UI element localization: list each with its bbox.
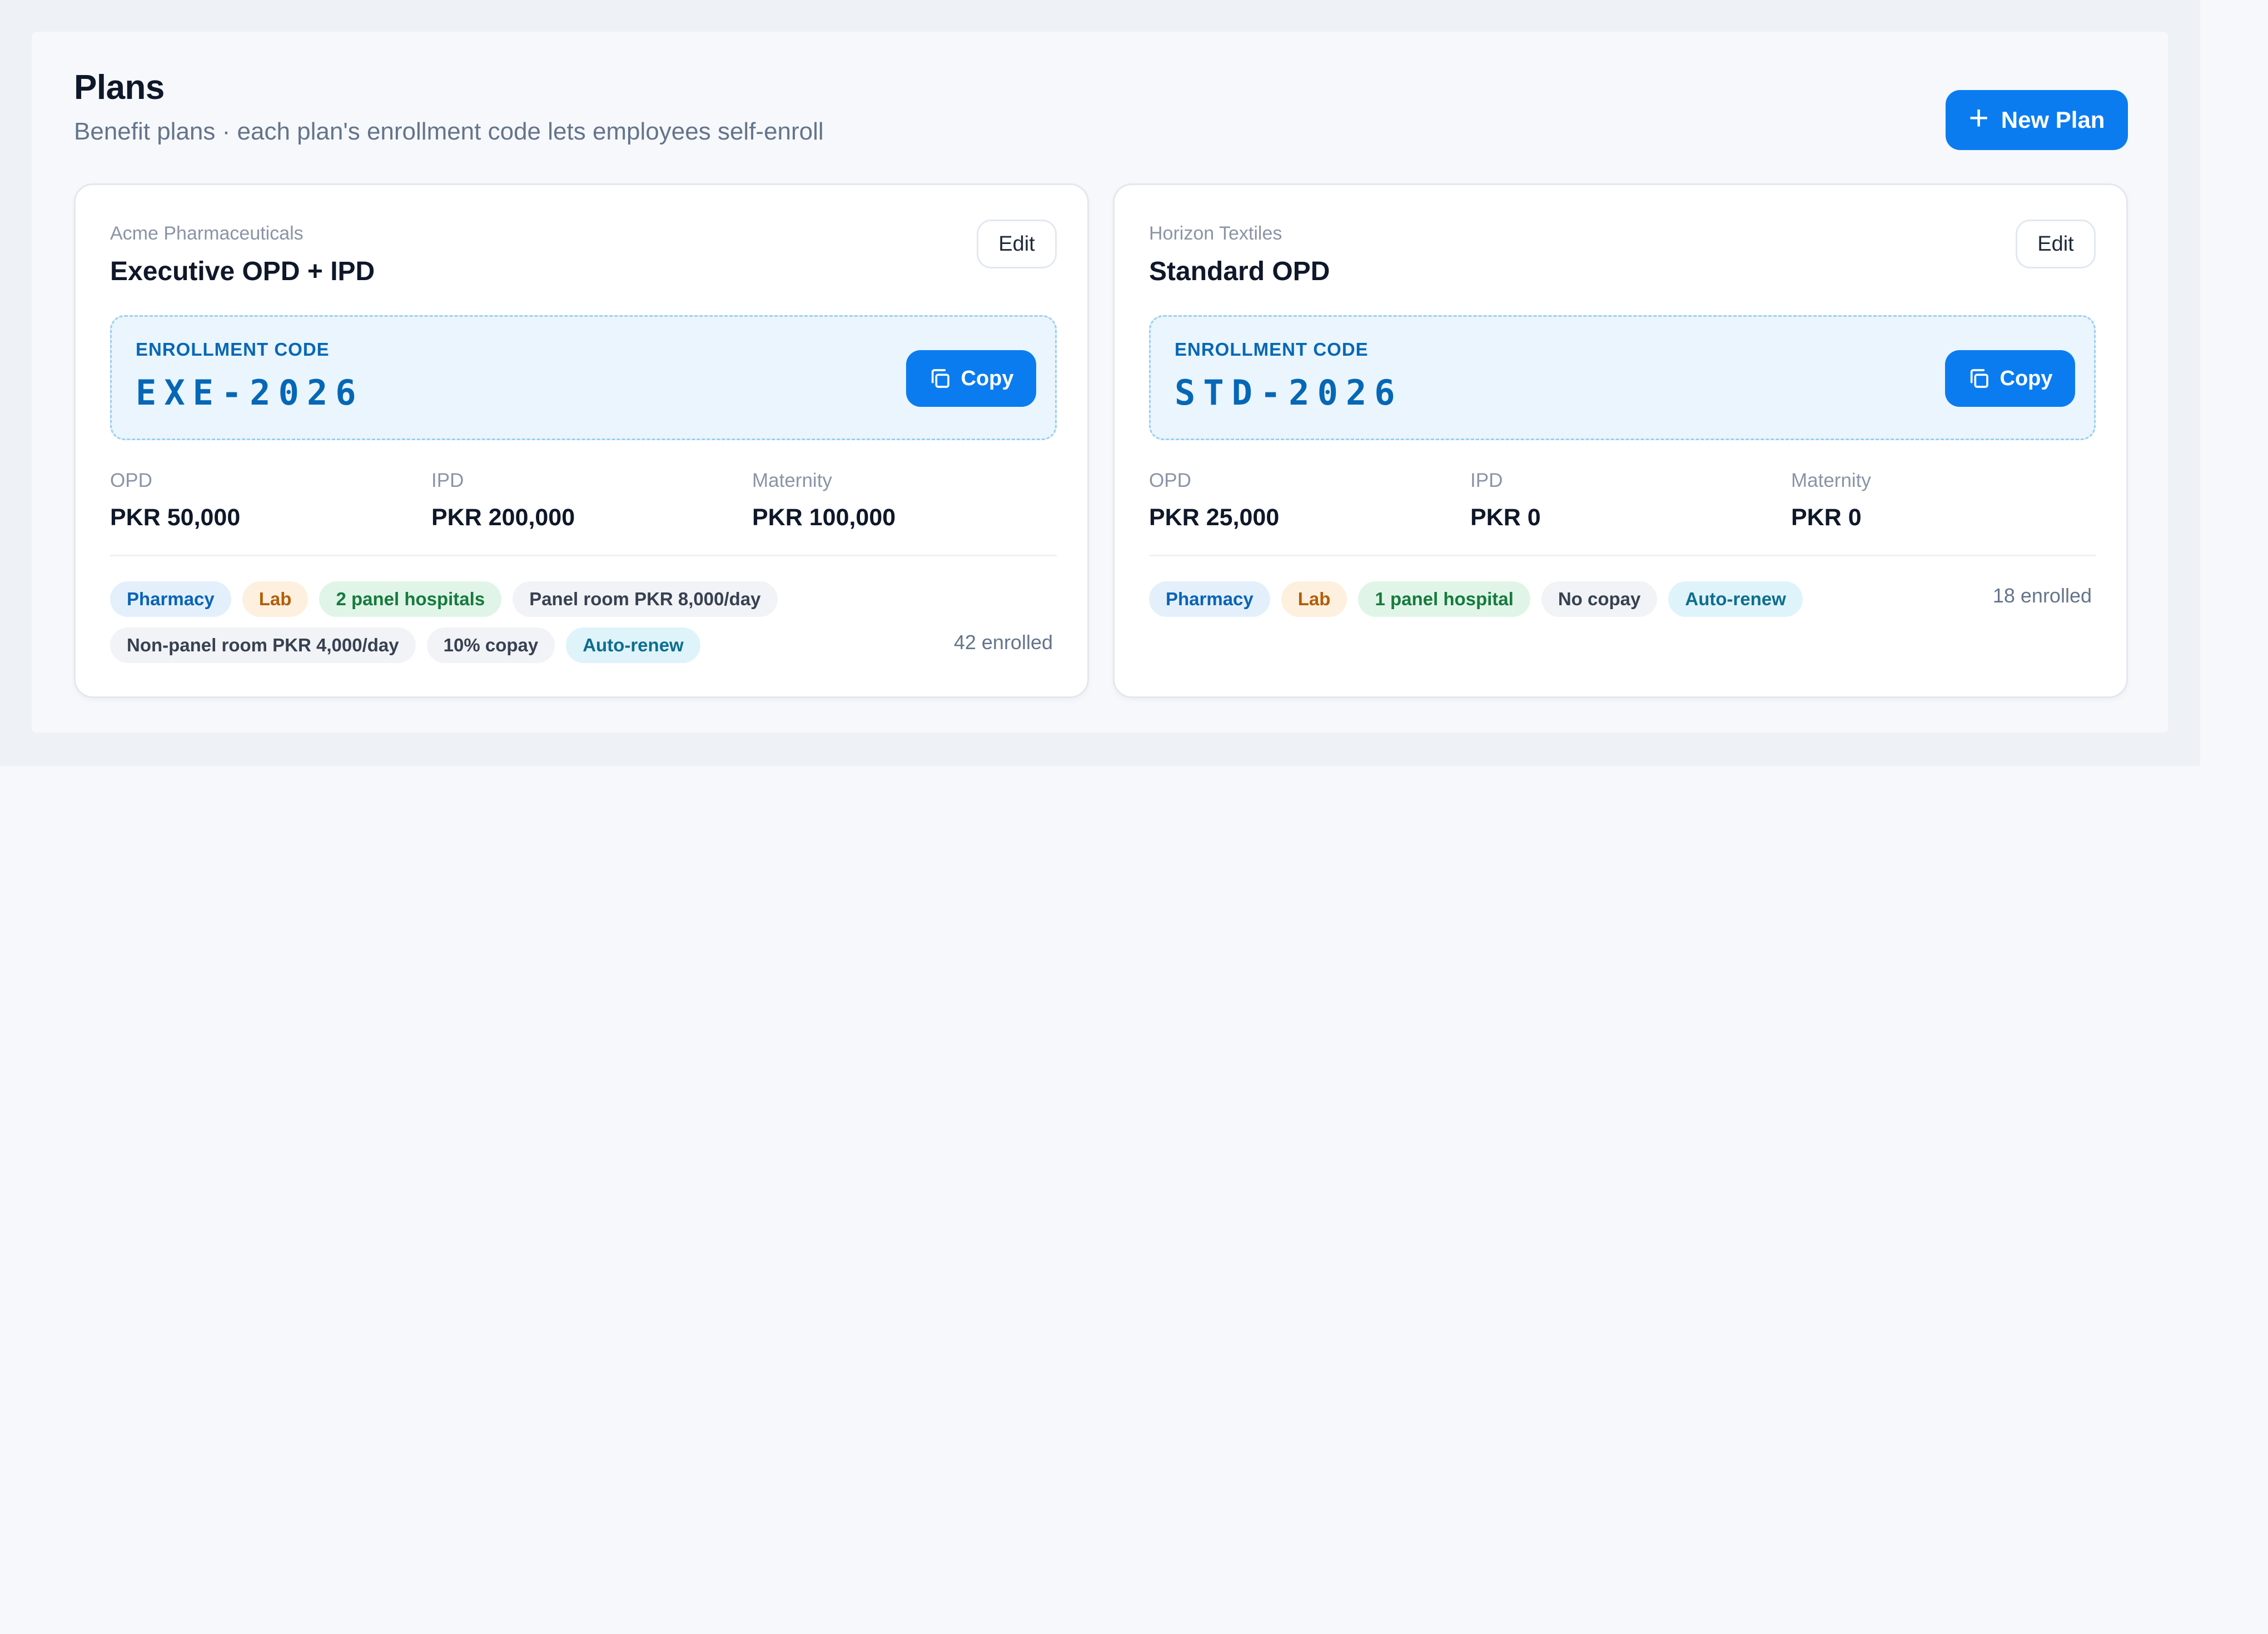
plan-card: Acme Pharmaceuticals Executive OPD + IPD… bbox=[74, 183, 1089, 698]
tag-pharmacy: Pharmacy bbox=[110, 581, 231, 617]
limit-maternity: Maternity PKR 100,000 bbox=[752, 470, 896, 531]
tag-panel-hospitals: 2 panel hospitals bbox=[319, 581, 502, 617]
new-plan-button[interactable]: + New Plan bbox=[1946, 90, 2128, 150]
new-plan-label: New Plan bbox=[2001, 107, 2105, 133]
copy-label: Copy bbox=[961, 366, 1014, 390]
enrollment-code: EXE-2026 bbox=[136, 372, 364, 413]
limit-opd: OPD PKR 50,000 bbox=[110, 470, 240, 531]
plan-card: Horizon Textiles Standard OPD Edit ENROL… bbox=[1113, 183, 2128, 698]
plan-tags: Pharmacy Lab 1 panel hospital No copay A… bbox=[1149, 581, 1955, 617]
limit-label: Maternity bbox=[752, 470, 832, 491]
tag-panel-room: Panel room PKR 8,000/day bbox=[513, 581, 778, 617]
coverage-limits: OPD PKR 50,000 IPD PKR 200,000 Maternity… bbox=[110, 470, 1057, 536]
tag-auto-renew: Auto-renew bbox=[1668, 581, 1803, 617]
copy-code-button[interactable]: Copy bbox=[1945, 350, 2075, 407]
divider bbox=[110, 555, 1057, 556]
copy-icon bbox=[1970, 369, 1988, 388]
copy-icon bbox=[931, 369, 949, 388]
tag-copay: 10% copay bbox=[426, 627, 555, 663]
divider bbox=[1149, 555, 2096, 556]
copy-label: Copy bbox=[2000, 366, 2053, 390]
enrollment-code-label: ENROLLMENT CODE bbox=[1175, 339, 1369, 360]
limit-label: IPD bbox=[1470, 470, 1503, 491]
page-title: Plans bbox=[74, 68, 165, 107]
enrollment-code-box: ENROLLMENT CODE STD-2026 Copy bbox=[1149, 315, 2096, 440]
plan-tags: Pharmacy Lab 2 panel hospitals Panel roo… bbox=[110, 581, 916, 663]
coverage-limits: OPD PKR 25,000 IPD PKR 0 Maternity PKR 0 bbox=[1149, 470, 2096, 536]
enrollment-code-box: ENROLLMENT CODE EXE-2026 Copy bbox=[110, 315, 1057, 440]
plan-name: Standard OPD bbox=[1149, 257, 1330, 286]
limit-value: PKR 50,000 bbox=[110, 504, 241, 531]
plan-company: Acme Pharmaceuticals bbox=[110, 223, 304, 244]
limit-value: PKR 0 bbox=[1791, 504, 1862, 531]
limit-value: PKR 200,000 bbox=[431, 504, 575, 531]
enrolled-count: 18 enrolled bbox=[1992, 584, 2092, 607]
limit-value: PKR 25,000 bbox=[1149, 504, 1280, 531]
tag-lab: Lab bbox=[242, 581, 309, 617]
limit-maternity: Maternity PKR 0 bbox=[1791, 470, 1871, 531]
tag-auto-renew: Auto-renew bbox=[566, 627, 700, 663]
enrollment-code: STD-2026 bbox=[1175, 372, 1403, 413]
limit-value: PKR 0 bbox=[1470, 504, 1541, 531]
tag-copay: No copay bbox=[1541, 581, 1658, 617]
limit-ipd: IPD PKR 200,000 bbox=[431, 470, 575, 531]
limit-label: OPD bbox=[110, 470, 152, 491]
tag-lab: Lab bbox=[1281, 581, 1347, 617]
plan-name: Executive OPD + IPD bbox=[110, 257, 375, 286]
limit-opd: OPD PKR 25,000 bbox=[1149, 470, 1279, 531]
copy-code-button[interactable]: Copy bbox=[906, 350, 1036, 407]
plan-company: Horizon Textiles bbox=[1149, 223, 1282, 244]
limit-label: IPD bbox=[431, 470, 464, 491]
limit-value: PKR 100,000 bbox=[752, 504, 896, 531]
tag-panel-hospitals: 1 panel hospital bbox=[1358, 581, 1530, 617]
enrollment-code-label: ENROLLMENT CODE bbox=[136, 339, 330, 360]
plus-icon: + bbox=[1968, 99, 1989, 137]
tag-pharmacy: Pharmacy bbox=[1149, 581, 1270, 617]
enrolled-count: 42 enrolled bbox=[953, 631, 1053, 654]
edit-plan-button[interactable]: Edit bbox=[977, 220, 1057, 268]
edit-plan-button[interactable]: Edit bbox=[2016, 220, 2096, 268]
limit-label: OPD bbox=[1149, 470, 1191, 491]
limit-label: Maternity bbox=[1791, 470, 1871, 491]
page-subtitle: Benefit plans · each plan's enrollment c… bbox=[74, 118, 824, 145]
tag-non-panel-room: Non-panel room PKR 4,000/day bbox=[110, 627, 416, 663]
limit-ipd: IPD PKR 0 bbox=[1470, 470, 1541, 531]
